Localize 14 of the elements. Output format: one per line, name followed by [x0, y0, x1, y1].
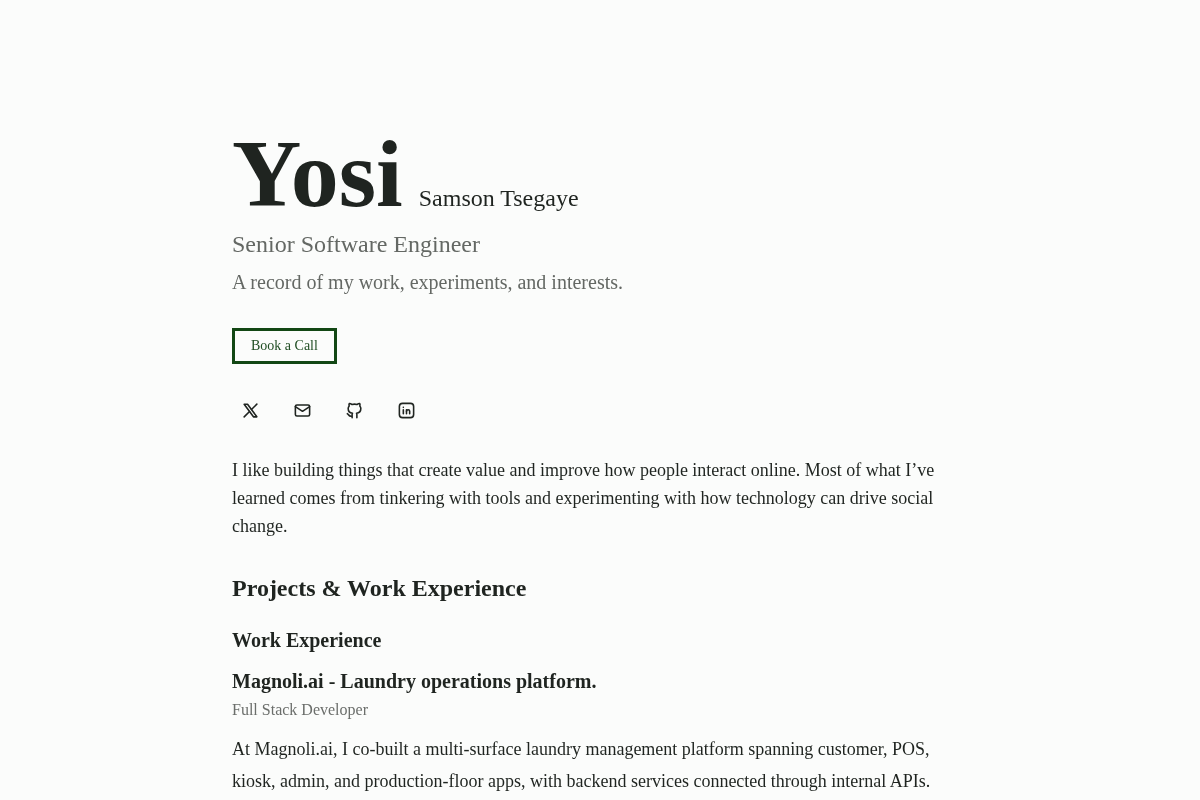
linkedin-icon — [396, 400, 416, 420]
x-logo-icon — [240, 400, 260, 420]
github-icon — [344, 400, 364, 420]
job-title: Senior Software Engineer — [232, 230, 481, 259]
intro-paragraph: I like building things that create value and improve how people interact online. Most of what I’ve learned comes from tinkering with tools and experimenting with how technology can drive social change. — [232, 459, 936, 538]
project-description: At Magnoli.ai, I co-built a multi-surface laundry management platform spanning customer, POS, kiosk, admin, and production-floor apps, with backend services connected through internal APIs. — [232, 738, 932, 793]
project-title: Magnoli.ai - Laundry operations platform. — [232, 669, 598, 695]
project-role: Full Stack Developer — [232, 700, 369, 721]
section-heading: Projects & Work Experience — [232, 574, 528, 603]
subsection-heading: Work Experience — [232, 628, 383, 654]
book-call-button[interactable]: Book a Call — [232, 328, 337, 364]
tagline: A record of my work, experiments, and interests. — [232, 270, 624, 296]
name-title: Yosi — [232, 126, 403, 222]
full-name: Samson Tsegaye — [418, 184, 579, 213]
